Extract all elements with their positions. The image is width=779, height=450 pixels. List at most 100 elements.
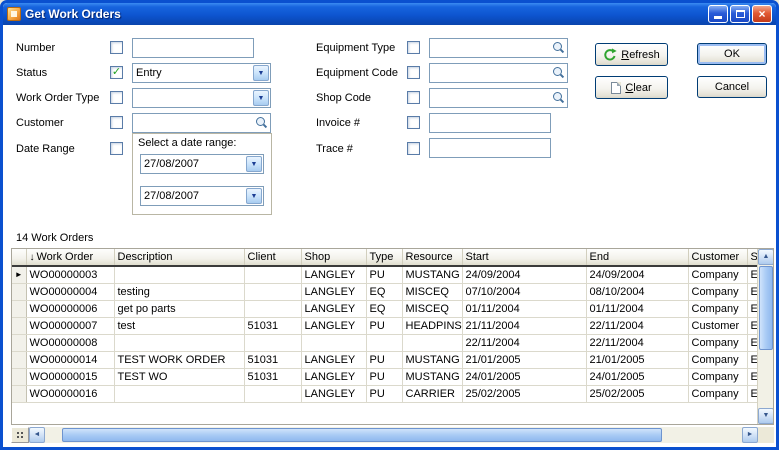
number-checkbox[interactable] xyxy=(110,41,123,54)
table-cell xyxy=(114,266,244,283)
column-header-resource[interactable]: Resource xyxy=(402,249,462,266)
scroll-left-button[interactable]: ◄ xyxy=(29,427,45,443)
row-selector[interactable] xyxy=(12,283,26,300)
shop-code-lookup-icon[interactable] xyxy=(551,91,565,105)
equipment-code-input[interactable] xyxy=(430,64,550,82)
table-cell: PU xyxy=(366,266,402,283)
customer-lookup-icon[interactable] xyxy=(254,116,268,130)
shop-code-input[interactable] xyxy=(430,89,550,107)
row-selector[interactable] xyxy=(12,334,26,351)
vertical-scroll-thumb[interactable] xyxy=(759,266,773,350)
trace-input[interactable] xyxy=(429,138,551,158)
status-checkbox[interactable]: ✓ xyxy=(110,66,123,79)
table-row[interactable]: WO00000015TEST WO51031LANGLEYPUMUSTANG24… xyxy=(12,368,758,385)
shop-code-label: Shop Code xyxy=(316,92,371,104)
column-header-description[interactable]: Description xyxy=(114,249,244,266)
column-header-type[interactable]: Type xyxy=(366,249,402,266)
date-from-dropdown-arrow-icon[interactable]: ▼ xyxy=(246,156,262,172)
table-row[interactable]: WO00000007test51031LANGLEYPUHEADPINS21/1… xyxy=(12,317,758,334)
table-cell: PU xyxy=(366,385,402,402)
table-row[interactable]: WO0000000822/11/200422/11/2004CompanyE xyxy=(12,334,758,351)
table-cell: E xyxy=(747,351,758,368)
vertical-scrollbar[interactable]: ▲ ▼ xyxy=(757,249,773,424)
shop-code-checkbox[interactable] xyxy=(407,91,420,104)
close-button[interactable]: × xyxy=(752,5,772,23)
table-cell: LANGLEY xyxy=(301,385,366,402)
equipment-code-lookup-field[interactable] xyxy=(429,63,568,83)
invoice-input[interactable] xyxy=(429,113,551,133)
table-cell: E xyxy=(747,368,758,385)
table-row[interactable]: ►WO00000003LANGLEYPUMUSTANG24/09/200424/… xyxy=(12,266,758,283)
column-header-shop[interactable]: Shop xyxy=(301,249,366,266)
equipment-type-input[interactable] xyxy=(430,39,550,57)
equipment-code-lookup-icon[interactable] xyxy=(551,66,565,80)
table-header-row: ↓Work OrderDescriptionClientShopTypeReso… xyxy=(12,249,758,266)
selector-column-header xyxy=(12,249,26,266)
row-selector[interactable] xyxy=(12,317,26,334)
status-label: Status xyxy=(16,67,47,79)
refresh-button[interactable]: Refresh xyxy=(595,43,668,66)
date-to-dropdown[interactable]: 27/08/2007 ▼ xyxy=(140,186,264,206)
cancel-button[interactable]: Cancel xyxy=(697,76,767,98)
equipment-type-lookup-icon[interactable] xyxy=(551,41,565,55)
column-header-work-order[interactable]: ↓Work Order xyxy=(26,249,114,266)
column-header-end[interactable]: End xyxy=(586,249,688,266)
trace-checkbox[interactable] xyxy=(407,142,420,155)
ok-button[interactable]: OK xyxy=(697,43,767,65)
table-row[interactable]: WO00000014TEST WORK ORDER51031LANGLEYPUM… xyxy=(12,351,758,368)
row-selector[interactable] xyxy=(12,300,26,317)
date-range-checkbox[interactable] xyxy=(110,142,123,155)
table-cell: Company xyxy=(688,266,747,283)
table-row[interactable]: WO00000004testingLANGLEYEQMISCEQ07/10/20… xyxy=(12,283,758,300)
clear-page-icon xyxy=(611,82,621,94)
customer-input[interactable] xyxy=(133,114,253,132)
maximize-button[interactable] xyxy=(730,5,750,23)
scroll-right-button[interactable]: ► xyxy=(742,427,758,443)
equipment-type-lookup-field[interactable] xyxy=(429,38,568,58)
row-selector[interactable] xyxy=(12,385,26,402)
row-selector[interactable] xyxy=(12,368,26,385)
equipment-code-checkbox[interactable] xyxy=(407,66,420,79)
table-cell xyxy=(244,283,301,300)
titlebar[interactable]: Get Work Orders × xyxy=(3,3,776,25)
horizontal-scrollbar[interactable]: ◄ ► xyxy=(11,427,774,443)
invoice-checkbox[interactable] xyxy=(407,116,420,129)
table-cell: E xyxy=(747,317,758,334)
column-header-customer[interactable]: Customer xyxy=(688,249,747,266)
table-row[interactable]: WO00000016LANGLEYPUCARRIER25/02/200525/0… xyxy=(12,385,758,402)
table-cell: MUSTANG xyxy=(402,351,462,368)
column-header-start[interactable]: Start xyxy=(462,249,586,266)
row-selector[interactable] xyxy=(12,351,26,368)
work-order-type-checkbox[interactable] xyxy=(110,91,123,104)
table-cell: test xyxy=(114,317,244,334)
work-order-type-dropdown[interactable]: ▼ xyxy=(132,88,271,108)
work-order-type-dropdown-arrow-icon[interactable]: ▼ xyxy=(253,90,269,106)
column-header-client[interactable]: Client xyxy=(244,249,301,266)
date-range-label: Date Range xyxy=(16,143,75,155)
navigator-grid-icon xyxy=(17,432,19,434)
table-row[interactable]: WO00000006get po partsLANGLEYEQMISCEQ01/… xyxy=(12,300,758,317)
status-dropdown[interactable]: Entry ▼ xyxy=(132,63,271,83)
navigator-button[interactable] xyxy=(11,427,29,443)
column-header-s[interactable]: S xyxy=(747,249,758,266)
table-cell: 24/09/2004 xyxy=(462,266,586,283)
current-row-marker[interactable]: ► xyxy=(12,266,26,283)
table-cell: LANGLEY xyxy=(301,351,366,368)
table-cell: Company xyxy=(688,351,747,368)
column-header-label: Start xyxy=(466,251,489,263)
table-cell xyxy=(301,334,366,351)
clear-button[interactable]: Clear xyxy=(595,76,668,99)
minimize-button[interactable] xyxy=(708,5,728,23)
scroll-up-button[interactable]: ▲ xyxy=(758,249,774,265)
equipment-type-checkbox[interactable] xyxy=(407,41,420,54)
number-input[interactable] xyxy=(132,38,254,58)
date-to-dropdown-arrow-icon[interactable]: ▼ xyxy=(246,188,262,204)
customer-lookup-field[interactable] xyxy=(132,113,271,133)
customer-checkbox[interactable] xyxy=(110,116,123,129)
shop-code-lookup-field[interactable] xyxy=(429,88,568,108)
window-controls: × xyxy=(708,5,772,23)
date-from-dropdown[interactable]: 27/08/2007 ▼ xyxy=(140,154,264,174)
scroll-down-button[interactable]: ▼ xyxy=(758,408,774,424)
horizontal-scroll-thumb[interactable] xyxy=(62,428,662,442)
status-dropdown-arrow-icon[interactable]: ▼ xyxy=(253,65,269,81)
